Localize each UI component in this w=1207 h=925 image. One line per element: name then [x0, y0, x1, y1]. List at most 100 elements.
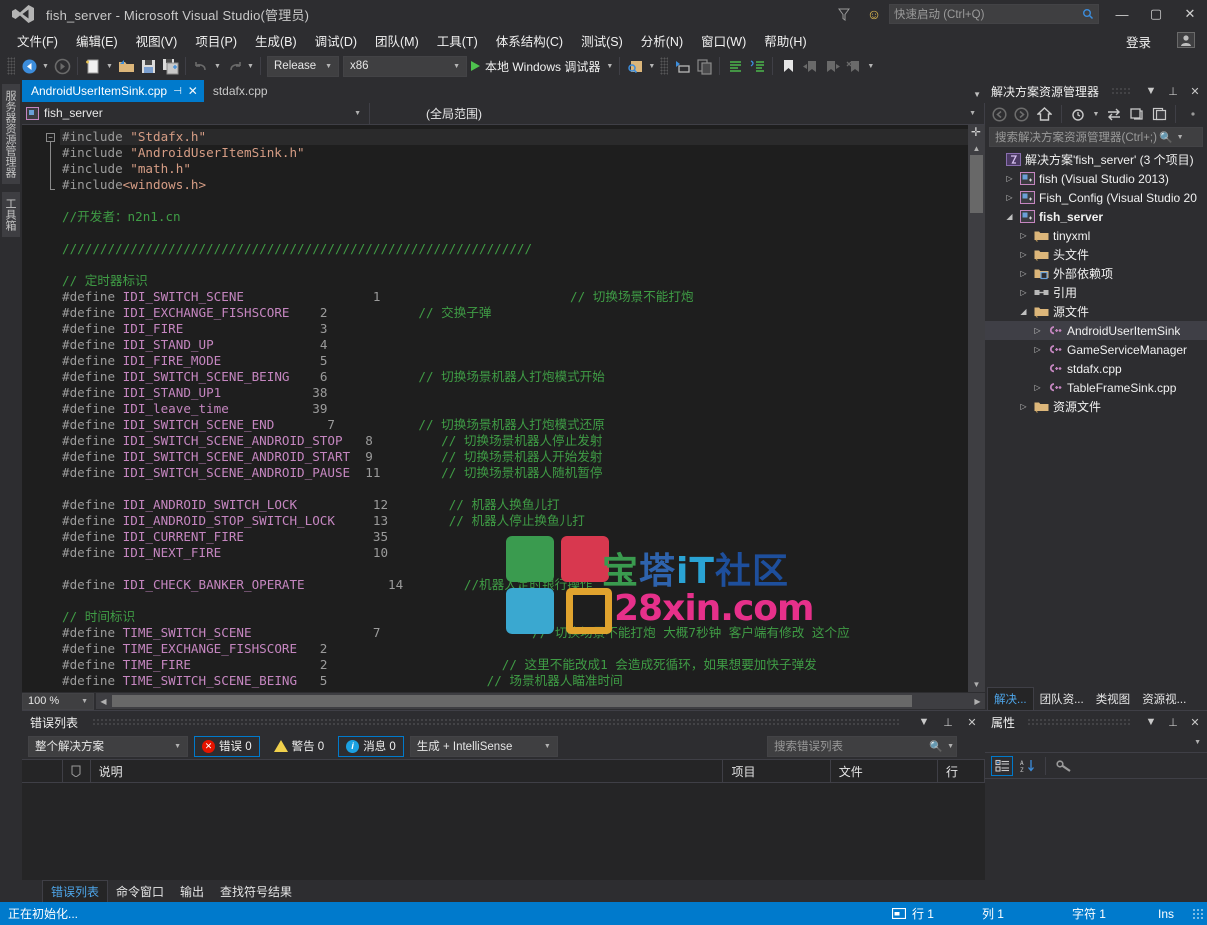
collapsed-twisty-icon[interactable]: ▷ — [1031, 345, 1044, 354]
tree-node[interactable]: ▷ AndroidUserItemSink — [985, 321, 1207, 340]
solution-configuration-combo[interactable]: Release ▼ — [267, 55, 339, 77]
collapsed-twisty-icon[interactable]: ▷ — [1031, 326, 1044, 335]
menu-tools[interactable]: 工具(T) — [428, 29, 487, 52]
tab-find-symbol-results[interactable]: 查找符号结果 — [212, 881, 300, 902]
scroll-left-icon[interactable]: ◀ — [96, 693, 111, 709]
sync-with-active-document-icon[interactable] — [1103, 104, 1124, 124]
toolbar-grip-2[interactable] — [660, 57, 669, 75]
properties-grid[interactable] — [985, 779, 1207, 902]
scroll-up-icon[interactable]: ▲ — [968, 141, 985, 156]
collapsed-twisty-icon[interactable]: ▷ — [1017, 231, 1030, 240]
tree-node[interactable]: ▷ 资源文件 — [985, 397, 1207, 416]
account-icon[interactable] — [1175, 30, 1197, 50]
code-text-area[interactable]: #include "Stdafx.h" #include "AndroidUse… — [60, 125, 968, 692]
open-file-icon[interactable] — [115, 55, 137, 77]
undo-dropdown-icon[interactable]: ▼ — [212, 55, 223, 77]
close-icon[interactable]: ✕ — [188, 84, 198, 98]
tree-node[interactable]: ◢ 源文件 — [985, 302, 1207, 321]
scrollbar-thumb[interactable] — [970, 155, 983, 213]
tab-class-view[interactable]: 类视图 — [1090, 688, 1137, 710]
build-filter-combo[interactable]: 生成 + IntelliSense ▼ — [409, 735, 558, 757]
tree-node[interactable]: ▷ GameServiceManager — [985, 340, 1207, 359]
start-debugging-button[interactable]: 本地 Windows 调试器 — [467, 58, 604, 75]
error-search-input[interactable]: 搜索错误列表 🔍 ▼ — [767, 735, 957, 757]
tree-node[interactable]: ▷ 引用 — [985, 283, 1207, 302]
previous-bookmark-icon[interactable] — [799, 55, 821, 77]
navigation-scope-combo[interactable]: (全局范围) ▼ — [370, 102, 985, 124]
toolbar-overflow-icon[interactable]: ▼ — [865, 55, 876, 77]
minimize-button[interactable]: — — [1105, 0, 1139, 28]
column-header-file[interactable]: 文件 — [831, 760, 939, 782]
column-header-line[interactable]: 行 — [938, 760, 985, 782]
tree-node[interactable]: ◢ fish_server — [985, 207, 1207, 226]
menu-window[interactable]: 窗口(W) — [692, 29, 755, 52]
undo-icon[interactable] — [190, 55, 212, 77]
source-code[interactable]: #include "Stdafx.h" #include "AndroidUse… — [60, 125, 968, 689]
chevron-down-icon[interactable]: ▼ — [1142, 713, 1160, 731]
navigate-back-dropdown-icon[interactable]: ▼ — [40, 55, 51, 77]
chevron-down-icon[interactable]: ▼ — [973, 90, 981, 99]
new-project-icon[interactable] — [82, 55, 104, 77]
rail-tab-toolbox[interactable]: 工具箱 — [2, 192, 20, 237]
navigation-project-combo[interactable]: fish_server ▼ — [22, 102, 370, 124]
save-all-icon[interactable] — [159, 55, 181, 77]
alphabetical-sort-icon[interactable]: AZ — [1016, 756, 1038, 776]
menu-edit[interactable]: 编辑(E) — [67, 29, 127, 52]
show-all-files-icon[interactable] — [1149, 104, 1170, 124]
redo-dropdown-icon[interactable]: ▼ — [245, 55, 256, 77]
menu-test[interactable]: 测试(S) — [572, 29, 632, 52]
collapse-block-icon[interactable]: − — [46, 133, 55, 142]
rail-tab-server-explorer[interactable]: 服务器资源管理器 — [2, 84, 20, 184]
tab-team-explorer[interactable]: 团队资... — [1034, 688, 1090, 710]
quick-launch-input[interactable]: 快速启动 (Ctrl+Q) — [889, 4, 1099, 24]
menu-architecture[interactable]: 体系结构(C) — [487, 29, 572, 52]
column-header-icon[interactable] — [63, 760, 91, 782]
editor-tab-stdafx[interactable]: stdafx.cpp — [203, 80, 278, 102]
warnings-filter-button[interactable]: 警告 0 — [265, 735, 333, 757]
pin-icon[interactable]: ⊣ — [173, 86, 182, 97]
next-bookmark-icon[interactable] — [821, 55, 843, 77]
menu-team[interactable]: 团队(M) — [366, 29, 428, 52]
resize-grip-icon[interactable] — [1192, 907, 1204, 920]
solution-explorer-tree[interactable]: 解决方案'fish_server' (3 个项目) ▷ fish (Visual S… — [985, 150, 1207, 688]
menu-analyze[interactable]: 分析(N) — [632, 29, 692, 52]
scroll-right-icon[interactable]: ▶ — [970, 693, 985, 709]
find-dropdown-icon[interactable]: ▼ — [646, 55, 657, 77]
tree-node[interactable]: ▷ Fish_Config (Visual Studio 20 — [985, 188, 1207, 207]
menu-project[interactable]: 项目(P) — [186, 29, 246, 52]
navigate-forward-icon[interactable] — [1012, 104, 1033, 124]
comment-lines-icon[interactable] — [724, 55, 746, 77]
tab-error-list[interactable]: 错误列表 — [42, 880, 109, 902]
properties-icon[interactable] — [1182, 104, 1203, 124]
tree-node[interactable]: ▷ 外部依赖项 — [985, 264, 1207, 283]
properties-object-combo[interactable]: ▼ — [985, 733, 1207, 753]
chevron-down-icon[interactable]: ▼ — [915, 713, 933, 731]
start-debugging-dropdown-icon[interactable]: ▼ — [604, 55, 615, 77]
column-header-description[interactable]: 说明 — [91, 760, 724, 782]
property-pages-icon[interactable] — [1053, 756, 1075, 776]
tree-node[interactable]: ▷ fish (Visual Studio 2013) — [985, 169, 1207, 188]
navigate-forward-icon[interactable] — [51, 55, 73, 77]
collapsed-twisty-icon[interactable]: ▷ — [1031, 383, 1044, 392]
menu-build[interactable]: 生成(B) — [246, 29, 306, 52]
collapsed-twisty-icon[interactable]: ▷ — [1017, 288, 1030, 297]
maximize-button[interactable]: ▢ — [1139, 0, 1173, 28]
editor-horizontal-scrollbar[interactable]: ◀ ▶ — [96, 693, 985, 709]
bookmark-icon[interactable] — [777, 55, 799, 77]
messages-filter-button[interactable]: i 消息 0 — [338, 735, 404, 757]
tab-output[interactable]: 输出 — [172, 881, 212, 902]
notification-flag-icon[interactable] — [829, 0, 859, 28]
chevron-down-icon[interactable]: ▼ — [1142, 82, 1160, 100]
menu-file[interactable]: 文件(F) — [8, 29, 67, 52]
home-icon[interactable] — [1034, 104, 1055, 124]
editor-vertical-scrollbar[interactable]: ✛ ▲ ▼ — [968, 125, 985, 692]
solution-platform-combo[interactable]: x86 ▼ — [343, 55, 467, 77]
column-header-project[interactable]: 项目 — [723, 760, 831, 782]
tab-resource-view[interactable]: 资源视... — [1136, 688, 1192, 710]
find-in-files-icon[interactable] — [624, 55, 646, 77]
sign-in-button[interactable]: 登录 — [1118, 30, 1159, 53]
close-icon[interactable]: ✕ — [1186, 713, 1204, 731]
collapsed-twisty-icon[interactable]: ▷ — [1017, 269, 1030, 278]
menu-view[interactable]: 视图(V) — [127, 29, 187, 52]
error-scope-combo[interactable]: 整个解决方案 ▼ — [28, 735, 188, 757]
